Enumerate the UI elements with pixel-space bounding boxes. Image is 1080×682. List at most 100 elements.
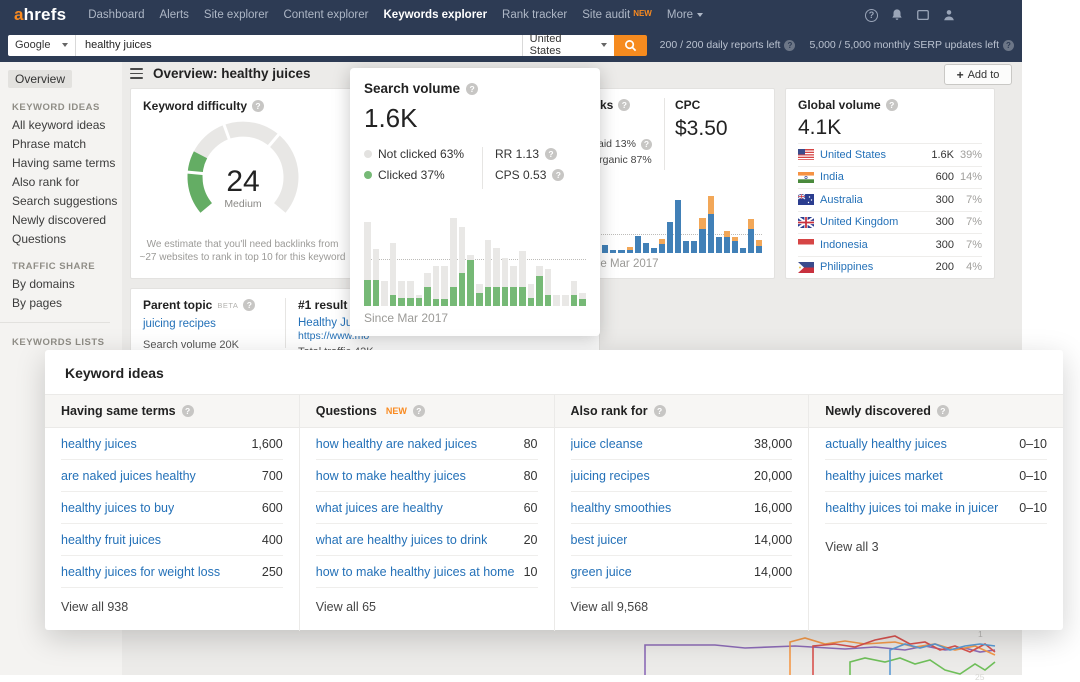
add-to-button[interactable]: + Add to xyxy=(944,64,1012,85)
help-icon[interactable] xyxy=(640,138,652,150)
keyword-link[interactable]: are naked juices healthy xyxy=(61,469,196,483)
keyword-search-input[interactable] xyxy=(76,34,522,56)
page-title: Overview: healthy juices xyxy=(153,66,311,81)
keyword-link[interactable]: what are healthy juices to drink xyxy=(316,533,488,547)
bell-icon[interactable] xyxy=(890,8,904,22)
keyword-link[interactable]: healthy juices to buy xyxy=(61,501,174,515)
view-all-link[interactable]: View all 9,568 xyxy=(571,600,793,614)
keyword-link[interactable]: healthy juices for weight loss xyxy=(61,565,220,579)
help-icon[interactable]: ? xyxy=(865,8,878,22)
ahrefs-logo[interactable]: ahrefs xyxy=(14,5,66,25)
help-icon[interactable] xyxy=(653,405,666,417)
help-icon[interactable]: ? xyxy=(1003,39,1014,51)
parent-topic-link[interactable]: juicing recipes xyxy=(143,318,285,330)
help-icon[interactable] xyxy=(466,82,479,95)
country-link[interactable]: United States xyxy=(820,149,924,161)
country-row: United Kingdom 300 7% xyxy=(798,210,982,234)
view-all-link[interactable]: View all 3 xyxy=(825,540,1047,554)
keyword-link[interactable]: how healthy are naked juices xyxy=(316,437,477,451)
nav-item-alerts[interactable]: Alerts xyxy=(160,9,189,21)
help-icon[interactable] xyxy=(885,99,898,111)
collapse-sidebar-icon[interactable] xyxy=(130,68,143,79)
nav-item-rank-tracker[interactable]: Rank tracker xyxy=(502,9,567,21)
nav-item-site-audit[interactable]: Site audit NEW xyxy=(582,9,652,21)
nav-item-dashboard[interactable]: Dashboard xyxy=(88,9,144,21)
country-share: 4% xyxy=(966,261,982,274)
cpc-value: $3.50 xyxy=(675,117,728,140)
nav-item-keywords-explorer[interactable]: Keywords explorer xyxy=(384,9,488,21)
keyword-link[interactable]: healthy juices toi make in juicer xyxy=(825,501,998,515)
help-icon[interactable] xyxy=(412,405,425,417)
country-select[interactable]: United States xyxy=(521,33,614,57)
country-row: United States 1.6K 39% xyxy=(798,143,982,166)
country-link[interactable]: Indonesia xyxy=(820,239,924,251)
sidebar-item-by-pages[interactable]: By pages xyxy=(12,296,122,311)
column-header: Newly discovered xyxy=(825,404,931,418)
user-icon[interactable] xyxy=(942,8,956,22)
country-share: 14% xyxy=(959,171,982,184)
country-link[interactable]: Australia xyxy=(820,194,924,206)
keyword-link[interactable]: juice cleanse xyxy=(571,437,643,451)
keyword-row: how healthy are naked juices 80 xyxy=(315,428,538,460)
keyword-link[interactable]: best juicer xyxy=(571,533,628,547)
keyword-link[interactable]: what juices are healthy xyxy=(316,501,443,515)
sidebar-item-by-domains[interactable]: By domains xyxy=(12,277,122,292)
keyword-link[interactable]: how to make healthy juices xyxy=(316,469,466,483)
chevron-down-icon xyxy=(62,43,68,47)
keyword-row: juicing recipes 20,000 xyxy=(570,460,793,492)
help-icon[interactable] xyxy=(552,169,565,181)
country-link[interactable]: United Kingdom xyxy=(820,216,924,228)
country-share: 7% xyxy=(966,216,982,229)
column-questions: Questions NEW how healthy are naked juice… xyxy=(299,395,555,631)
keyword-link[interactable]: healthy juices market xyxy=(825,469,942,483)
sidebar-item-having-same-terms[interactable]: Having same terms xyxy=(12,156,122,171)
column-header: Also rank for xyxy=(570,404,648,418)
keyword-volume: 400 xyxy=(261,532,283,547)
nav-item-site-explorer[interactable]: Site explorer xyxy=(204,9,269,21)
keyword-link[interactable]: healthy fruit juices xyxy=(61,533,161,547)
sidebar-item-phrase-match[interactable]: Phrase match xyxy=(12,137,122,152)
keyword-volume: 38,000 xyxy=(754,436,793,451)
apps-icon[interactable] xyxy=(916,8,930,22)
help-icon[interactable] xyxy=(618,99,631,111)
flag-us-icon xyxy=(798,149,814,161)
help-icon[interactable] xyxy=(243,299,256,311)
help-icon[interactable]: ? xyxy=(784,39,796,51)
sidebar-item-all-keyword-ideas[interactable]: All keyword ideas xyxy=(12,118,122,133)
search-icon xyxy=(624,39,636,51)
nav-item-more[interactable]: More xyxy=(667,9,704,21)
country-link[interactable]: India xyxy=(820,171,924,183)
clicked-label: Clicked 37% xyxy=(378,168,445,182)
global-volume-value: 4.1K xyxy=(798,116,842,139)
sidebar-item-also-rank-for[interactable]: Also rank for xyxy=(12,175,122,190)
search-button[interactable] xyxy=(613,34,647,56)
keyword-volume: 10 xyxy=(523,564,538,579)
keyword-link[interactable]: healthy juices xyxy=(61,437,137,451)
sidebar-item-overview[interactable]: Overview xyxy=(8,70,73,88)
keyword-ideas-title: Keyword ideas xyxy=(65,365,164,381)
help-icon[interactable] xyxy=(252,100,265,112)
view-all-link[interactable]: View all 65 xyxy=(316,600,538,614)
keyword-link[interactable]: healthy smoothies xyxy=(571,501,672,515)
keyword-difficulty-card: Keyword difficulty 24 Medium We estimate… xyxy=(130,88,355,279)
keyword-row: best juicer 14,000 xyxy=(570,524,793,556)
nav-item-content-explorer[interactable]: Content explorer xyxy=(283,9,368,21)
keyword-link[interactable]: actually healthy juices xyxy=(825,437,947,451)
keyword-volume: 1,600 xyxy=(251,436,283,451)
help-icon[interactable] xyxy=(545,148,558,160)
keyword-link[interactable]: how to make healthy juices at home xyxy=(316,565,515,579)
view-all-link[interactable]: View all 938 xyxy=(61,600,283,614)
help-icon[interactable] xyxy=(936,405,949,417)
sidebar-item-questions[interactable]: Questions xyxy=(12,232,122,247)
country-volume: 300 xyxy=(935,216,954,229)
keyword-link[interactable]: juicing recipes xyxy=(571,469,650,483)
sidebar-item-newly-discovered[interactable]: Newly discovered xyxy=(12,213,122,228)
country-link[interactable]: Philippines xyxy=(820,261,924,273)
keyword-row: healthy juices 1,600 xyxy=(61,428,283,460)
keyword-row: healthy juices for weight loss 250 xyxy=(61,556,283,588)
help-icon[interactable] xyxy=(181,405,194,417)
keyword-row: healthy juices toi make in juicer 0–10 xyxy=(825,492,1047,524)
keyword-link[interactable]: green juice xyxy=(571,565,632,579)
sidebar-item-search-suggestions[interactable]: Search suggestions xyxy=(12,194,122,209)
search-engine-select[interactable]: Google xyxy=(8,34,76,56)
